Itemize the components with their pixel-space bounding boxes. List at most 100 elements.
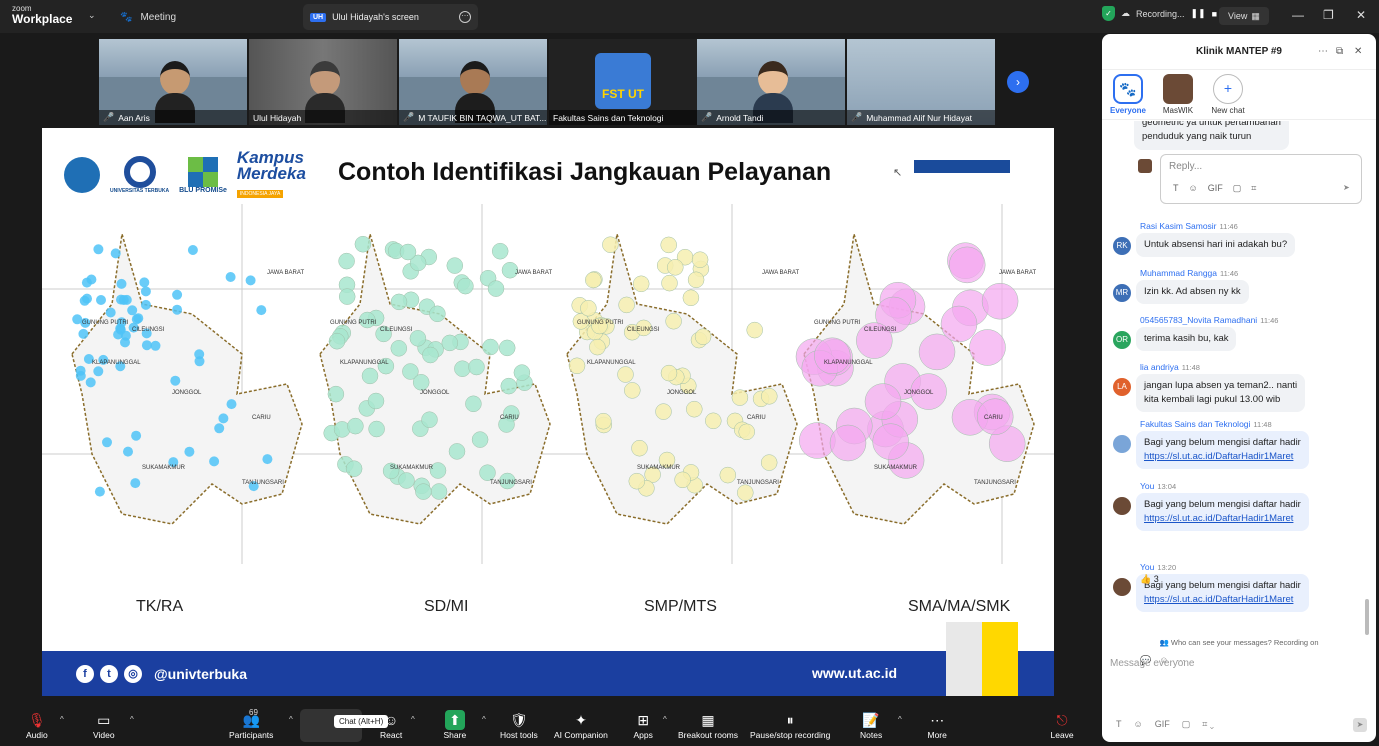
chevron-up-icon[interactable]: ^ — [411, 715, 415, 724]
toolbar-video-button[interactable]: ▭ Video — [93, 710, 115, 740]
chat-visibility-notice[interactable]: 👥 Who can see your messages? Recording o… — [1102, 638, 1376, 647]
avatar — [1113, 435, 1131, 453]
file-icon[interactable]: ▢ — [1182, 719, 1191, 730]
toolbar-ai-companion-button[interactable]: ✦ AI Companion — [554, 710, 608, 740]
gif-icon[interactable]: GIF — [1208, 183, 1223, 194]
school-marker — [457, 277, 474, 295]
more-icon[interactable]: ⋯ — [459, 11, 471, 23]
chat-scrollbar[interactable] — [1365, 599, 1369, 635]
participant-tile[interactable]: 🎤 M TAUFIK BIN TAQWA_UT BAT... — [399, 39, 547, 125]
chevron-down-icon[interactable]: ⌄ — [88, 10, 96, 21]
toolbar-notes-button[interactable]: 📝 Notes — [860, 710, 882, 740]
close-icon[interactable]: ✕ — [1356, 8, 1366, 22]
popout-icon[interactable]: ⧉ — [1336, 46, 1343, 57]
emoji-icon[interactable]: ☺ — [1134, 719, 1143, 730]
avatar: RK — [1113, 237, 1131, 255]
school-marker — [799, 422, 836, 459]
chevron-up-icon[interactable]: ^ — [130, 715, 134, 724]
toolbar-breakout-rooms-button[interactable]: ▦ Breakout rooms — [678, 710, 738, 740]
school-marker — [655, 403, 672, 420]
message-link[interactable]: https://sl.ut.ac.id/DaftarHadir1Maret — [1144, 593, 1301, 607]
school-marker — [390, 340, 408, 357]
message-sender[interactable]: 054565783_Novita Ramadhani 11:46 — [1140, 315, 1278, 325]
map-place-label: CARIU — [984, 415, 1003, 421]
message-text: kita kembali lagi pukul 13.00 wib — [1144, 393, 1281, 405]
school-marker — [368, 420, 385, 438]
message-link[interactable]: https://sl.ut.ac.id/DaftarHadir1Maret — [1144, 512, 1301, 526]
close-icon[interactable]: ✕ — [1354, 46, 1362, 57]
tab-everyone[interactable]: 🐾 Everyone — [1110, 70, 1146, 119]
message-sender[interactable]: Rasi Kasim Samosir 11:46 — [1140, 221, 1238, 231]
school-marker — [465, 395, 482, 413]
toolbar-participants-button[interactable]: 👥 69 Participants — [229, 708, 273, 740]
screenshot-icon[interactable]: ⌗ — [1251, 183, 1256, 194]
emoji-icon[interactable]: ☺ — [1189, 183, 1198, 194]
view-button[interactable]: View ▦ — [1219, 7, 1269, 25]
school-marker — [140, 286, 151, 297]
school-marker — [131, 430, 142, 441]
ut-logo: UNIVERSITAS TERBUKA — [110, 156, 169, 194]
reply-input[interactable]: Reply... T ☺ GIF ▢ ⌗ ➤ — [1160, 154, 1362, 204]
toolbar-audio-button[interactable]: 🎙 Audio — [26, 710, 48, 740]
school-marker — [262, 454, 273, 465]
school-marker — [118, 295, 129, 305]
share-icon: ⬆ — [444, 710, 465, 730]
chevron-up-icon[interactable]: ^ — [60, 715, 64, 724]
chevron-up-icon[interactable]: ^ — [289, 715, 293, 724]
toolbar-leave-button[interactable]: ⎋ Leave — [1051, 710, 1074, 740]
message-text: jangan lupa absen ya teman2.. nanti — [1144, 380, 1298, 391]
more-icon[interactable]: ⋯ — [1318, 46, 1328, 57]
toolbar-label: Share — [443, 730, 467, 740]
minimize-icon[interactable]: — — [1292, 8, 1304, 22]
toolbar-more-button[interactable]: ⋯ More — [928, 710, 947, 740]
stop-icon[interactable]: ■ — [1212, 9, 1217, 19]
participant-tile[interactable]: 🎤 Aan Aris — [99, 39, 247, 125]
chevron-up-icon[interactable]: ^ — [898, 715, 902, 724]
shared-screen-tab[interactable]: UH Ulul Hidayah's screen ⋯ — [303, 4, 478, 30]
tab-label: MasWIK — [1162, 106, 1194, 115]
school-marker — [140, 299, 151, 310]
pause-icon[interactable]: ❚❚ — [1191, 8, 1206, 19]
toolbar-share-button[interactable]: ⬆ Share — [443, 710, 467, 740]
message-sender[interactable]: Fakultas Sains dan Teknologi 11:48 — [1140, 419, 1272, 429]
chevron-up-icon[interactable]: ^ — [663, 715, 667, 724]
format-icon[interactable]: T — [1173, 183, 1179, 194]
toolbar-pause-stop-recording-button[interactable]: ⏸ Pause/stop recording — [750, 710, 830, 740]
school-marker — [194, 356, 205, 367]
meeting-tab[interactable]: 🐾 Meeting — [120, 6, 176, 28]
map-place-label: CARIU — [500, 415, 519, 421]
restore-icon[interactable]: ❐ — [1323, 8, 1334, 22]
format-icon[interactable]: T — [1116, 719, 1122, 730]
school-marker — [412, 374, 430, 391]
message-link[interactable]: https://sl.ut.ac.id/DaftarHadir1Maret — [1144, 450, 1301, 464]
send-icon[interactable]: ➤ — [1353, 718, 1367, 732]
message-sender[interactable]: lia andriya 11:48 — [1140, 362, 1200, 372]
participant-tile[interactable]: 🎤 Arnold Tandi — [697, 39, 845, 125]
school-marker — [568, 357, 586, 375]
screenshot-icon[interactable]: ⌗ ⌄ — [1202, 719, 1214, 730]
file-icon[interactable]: ▢ — [1233, 183, 1242, 194]
input-placeholder: Message everyone — [1110, 658, 1195, 669]
toolbar-host-tools-button[interactable]: 🛡 Host tools — [500, 710, 538, 740]
toolbar-apps-button[interactable]: ⊞ Apps — [634, 710, 653, 740]
tab-maswik[interactable]: MasWIK — [1160, 70, 1196, 119]
tab-new-chat[interactable]: + New chat — [1210, 70, 1246, 119]
map-place-label: KLAPANUNGGAL — [587, 360, 636, 366]
reaction-chip[interactable]: 👍 3 — [1140, 574, 1159, 585]
participant-tile[interactable]: FST UT Fakultas Sains dan Teknologi — [549, 39, 697, 125]
participant-tile[interactable]: 🎤 Muhammad Alif Nur Hidayat — [847, 39, 995, 125]
school-marker — [256, 305, 267, 316]
next-page-button[interactable]: › — [1007, 71, 1029, 93]
sender-name: You — [1140, 481, 1155, 491]
message-sender[interactable]: Muhammad Rangga 11:46 — [1140, 268, 1238, 278]
message-sender[interactable]: You 13:04 — [1140, 481, 1176, 491]
message-sender[interactable]: You 13:20 — [1140, 562, 1176, 572]
send-icon[interactable]: ➤ — [1343, 183, 1350, 192]
message-input[interactable]: Message everyone — [1110, 658, 1195, 669]
recording-indicator[interactable]: ✓ ☁ Recording... ❚❚ ■ — [1102, 6, 1217, 21]
school-marker — [75, 370, 86, 381]
gif-icon[interactable]: GIF — [1155, 719, 1170, 730]
chat-messages[interactable]: geometric ya untuk pertambahan penduduk … — [1102, 121, 1376, 666]
participant-tile-speaking[interactable]: Ulul Hidayah — [249, 39, 397, 125]
chevron-up-icon[interactable]: ^ — [482, 715, 486, 724]
